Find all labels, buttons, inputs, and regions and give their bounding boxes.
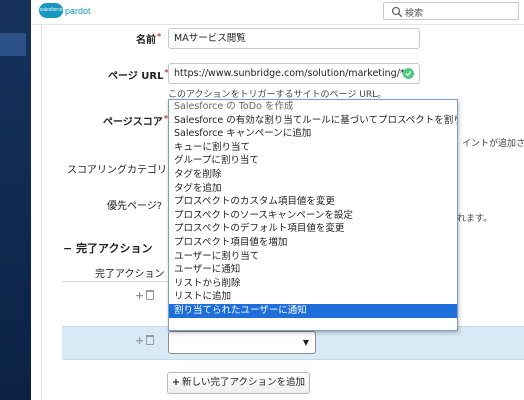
page-url-field[interactable]: https://www.sunbridge.com/solution/marke… — [168, 63, 420, 84]
dropdown-option[interactable]: ユーザーに通知 — [169, 263, 457, 277]
dropdown-option[interactable]: ユーザーに割り当て — [169, 250, 457, 264]
required-icon: * — [157, 32, 162, 41]
row-divider — [62, 281, 168, 282]
dropdown-option[interactable]: プロスペクトのカスタム項目値を変更 — [169, 195, 457, 209]
dropdown-option[interactable]: リストに追加 — [169, 290, 457, 304]
search-placeholder: 検索 — [405, 9, 424, 19]
dropdown-option[interactable]: グループに割り当て — [169, 154, 457, 168]
app-sidebar — [0, 0, 31, 400]
top-bar: salesforce pardot 検索 — [31, 0, 524, 25]
search-input[interactable]: 検索 — [383, 2, 519, 20]
collapse-icon[interactable]: − — [63, 242, 72, 255]
search-icon — [391, 6, 403, 18]
dropdown-option[interactable]: キューに割り当て — [169, 141, 457, 155]
salesforce-cloud-icon: salesforce — [39, 3, 63, 18]
add-row-icon[interactable]: + — [135, 289, 144, 302]
add-row-icon[interactable]: + — [135, 334, 144, 347]
priority-page-label: 優先ページ? — [107, 201, 163, 212]
row-controls: + — [135, 289, 155, 302]
dropdown-option-selected[interactable]: 割り当てられたユーザーに通知 — [169, 303, 457, 318]
completion-action-label: 完了アクション — [95, 269, 165, 280]
trash-icon[interactable] — [146, 335, 155, 345]
add-completion-action-button[interactable]: + 新しい完了アクションを追加 — [167, 372, 310, 394]
dropdown-option[interactable]: Salesforce の ToDo を作成 — [169, 100, 457, 114]
dropdown-option[interactable]: Salesforce キャンペーンに追加 — [169, 127, 457, 141]
chevron-down-icon: ▼ — [302, 338, 309, 347]
dropdown-option[interactable]: Salesforce の有効な割り当てルールに基づいてプロスペクトを割り当て — [169, 114, 457, 128]
dropdown-option[interactable]: リストから削除 — [169, 277, 457, 291]
page-url-value: https://www.sunbridge.com/solution/marke… — [174, 68, 405, 79]
completion-actions-header[interactable]: − 完了アクション — [63, 240, 153, 256]
name-field[interactable]: MAサービス閲覧 — [168, 28, 420, 49]
sidebar-active-item[interactable] — [0, 33, 26, 56]
dropdown-option[interactable]: プロスペクトのソースキャンペーンを設定 — [169, 209, 457, 223]
scoring-category-label: スコアリングカテゴリ — [67, 165, 167, 176]
name-label: 名前* — [136, 32, 162, 46]
trash-icon[interactable] — [146, 290, 155, 300]
product-name: pardot — [65, 5, 91, 16]
page-url-label: ページ URL* — [108, 68, 169, 82]
page-score-help: イントが追加されま — [462, 139, 524, 149]
sidebar-background — [0, 0, 31, 400]
row-controls-active: + — [135, 334, 155, 347]
dropdown-option[interactable]: プロスペクトのデフォルト項目値を変更 — [169, 222, 457, 236]
plus-icon: + — [172, 377, 180, 388]
dropdown-option[interactable]: タグを追加 — [169, 182, 457, 196]
completion-action-dropdown[interactable]: Salesforce の ToDo を作成 Salesforce の有効な割り当… — [168, 99, 458, 331]
page-score-label: ページスコア* — [103, 114, 168, 128]
content-divider — [41, 25, 42, 400]
completion-action-select[interactable]: ▼ — [168, 331, 316, 354]
salesforce-pardot-logo[interactable]: salesforce pardot — [39, 3, 91, 18]
dropdown-option[interactable]: プロスペクト項目値を増加 — [169, 236, 457, 250]
valid-check-icon — [403, 68, 414, 79]
priority-page-help: れます。 — [457, 214, 493, 224]
dropdown-option[interactable]: タグを削除 — [169, 168, 457, 182]
